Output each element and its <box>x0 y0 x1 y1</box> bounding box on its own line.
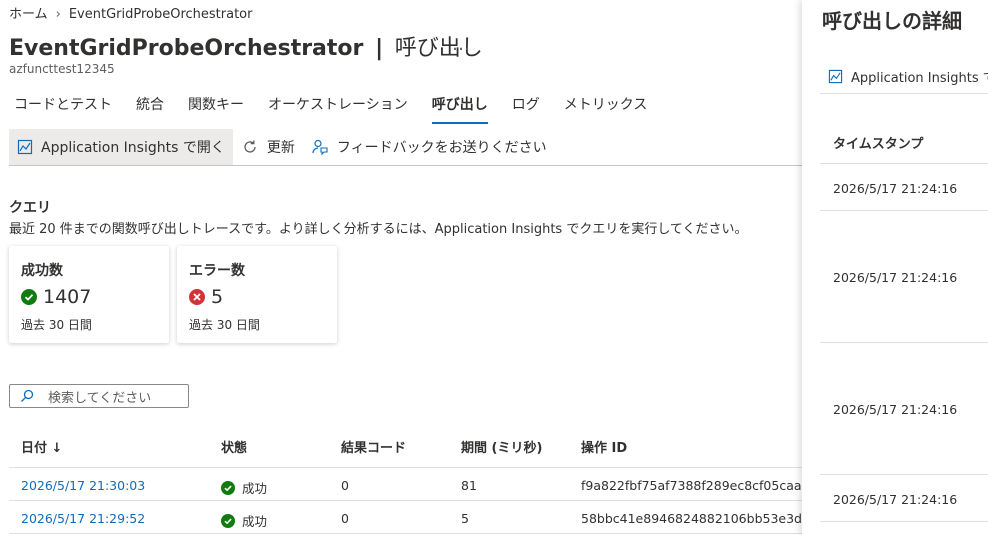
column-header-result-code[interactable]: 結果コード <box>341 437 406 456</box>
success-card-value: 1407 <box>43 286 92 308</box>
success-check-icon <box>221 513 235 528</box>
column-header-duration[interactable]: 期間 (ミリ秒) <box>461 437 542 456</box>
error-count-card: エラー数 5 過去 30 日間 <box>177 246 337 343</box>
row-1-operation-id: f9a822fbf75af7388f289ec8cf05caae <box>581 478 802 493</box>
feedback-button[interactable]: フィードバックをお送りください <box>303 129 555 165</box>
breadcrumb-home[interactable]: ホーム <box>9 7 48 22</box>
search-placeholder: 検索してください <box>48 390 152 406</box>
success-card-period: 過去 30 日間 <box>21 318 92 332</box>
breadcrumb: ホーム › EventGridProbeOrchestrator <box>9 3 252 22</box>
panel-title: 呼び出しの詳細 <box>822 9 962 33</box>
tab-bar: コードとテスト 統合 関数キー オーケストレーション 呼び出し ログ メトリック… <box>14 94 671 124</box>
column-header-date[interactable]: 日付 ↓ <box>21 437 62 456</box>
panel-divider <box>820 210 988 211</box>
row-2-status: 成功 <box>221 511 267 530</box>
panel-row-3-timestamp: 2026/5/17 21:24:16 <box>833 402 958 417</box>
tab-metrics[interactable]: メトリックス <box>564 94 648 124</box>
row-divider <box>9 533 802 534</box>
page-title: EventGridProbeOrchestrator | 呼び出し <box>9 30 483 62</box>
panel-divider <box>820 342 988 343</box>
row-1-date-link[interactable]: 2026/5/17 21:30:03 <box>21 478 145 493</box>
invocation-details-panel: 呼び出しの詳細 Application Insights での タイムスタンプ … <box>802 0 988 535</box>
search-icon <box>21 389 34 402</box>
tab-logs[interactable]: ログ <box>512 94 540 124</box>
row-2-result-code: 0 <box>341 511 349 526</box>
query-description: 最近 20 件までの関数呼び出しトレースです。より詳しく分析するには、Appli… <box>9 222 748 237</box>
panel-divider <box>820 474 988 475</box>
panel-link-label: Application Insights での <box>851 71 988 86</box>
page-title-function: EventGridProbeOrchestrator <box>9 36 364 61</box>
chart-icon <box>828 69 843 84</box>
success-check-icon <box>221 480 235 495</box>
panel-divider <box>820 163 988 164</box>
error-card-value: 5 <box>211 286 224 308</box>
search-input[interactable]: 検索してください <box>9 384 189 408</box>
row-2-duration: 5 <box>461 511 469 526</box>
breadcrumb-current[interactable]: EventGridProbeOrchestrator <box>69 7 253 22</box>
panel-row-2-timestamp: 2026/5/17 21:24:16 <box>833 270 958 285</box>
error-x-icon <box>189 289 205 305</box>
open-app-insights-button[interactable]: Application Insights で開く <box>9 129 233 165</box>
breadcrumb-separator: › <box>55 7 61 22</box>
refresh-button[interactable]: 更新 <box>233 129 303 165</box>
success-card-value-row: 1407 <box>21 286 91 308</box>
tab-code-test[interactable]: コードとテスト <box>14 94 112 124</box>
tab-orchestration[interactable]: オーケストレーション <box>268 94 408 124</box>
row-2-status-label: 成功 <box>242 514 268 529</box>
tab-invocations[interactable]: 呼び出し <box>431 94 488 124</box>
success-check-icon <box>21 289 37 305</box>
row-1-status: 成功 <box>221 478 267 497</box>
query-title: クエリ <box>9 200 51 216</box>
success-count-card: 成功数 1407 過去 30 日間 <box>9 246 169 343</box>
tab-integration[interactable]: 統合 <box>136 94 164 124</box>
success-card-title: 成功数 <box>21 263 63 279</box>
command-bar: Application Insights で開く 更新 フィードバックをお送りく… <box>9 129 802 166</box>
chart-icon <box>17 139 33 155</box>
error-card-title: エラー数 <box>189 263 245 279</box>
feedback-label: フィードバックをお送りください <box>336 140 547 156</box>
panel-row-1-timestamp: 2026/5/17 21:24:16 <box>833 181 958 196</box>
panel-divider <box>820 93 988 94</box>
tab-function-keys[interactable]: 関数キー <box>188 94 244 124</box>
error-card-period: 過去 30 日間 <box>189 318 260 332</box>
page-title-divider: | <box>375 36 384 61</box>
refresh-label: 更新 <box>266 140 295 156</box>
column-header-operation-id[interactable]: 操作 ID <box>581 437 627 456</box>
error-card-value-row: 5 <box>189 286 223 308</box>
main-area: ホーム › EventGridProbeOrchestrator EventGrid… <box>0 0 802 535</box>
panel-column-header-timestamp: タイムスタンプ <box>833 137 924 152</box>
panel-divider <box>820 521 988 522</box>
feedback-icon <box>312 139 328 156</box>
panel-row-4-timestamp: 2026/5/17 21:24:16 <box>833 492 958 507</box>
open-app-insights-label: Application Insights で開く <box>41 140 225 156</box>
row-2-operation-id: 58bbc41e8946824882106bb53e3d43e <box>581 511 802 526</box>
row-1-status-label: 成功 <box>242 481 268 496</box>
row-divider <box>9 500 802 501</box>
panel-open-app-insights-link[interactable]: Application Insights での <box>828 67 988 86</box>
row-1-duration: 81 <box>461 478 477 493</box>
more-options-button[interactable]: … <box>452 34 470 55</box>
column-header-status[interactable]: 状態 <box>221 437 247 456</box>
resource-name: azfuncttest12345 <box>9 62 115 76</box>
row-divider <box>9 467 802 468</box>
row-1-result-code: 0 <box>341 478 349 493</box>
refresh-icon <box>244 140 256 153</box>
row-2-date-link[interactable]: 2026/5/17 21:29:52 <box>21 511 145 526</box>
